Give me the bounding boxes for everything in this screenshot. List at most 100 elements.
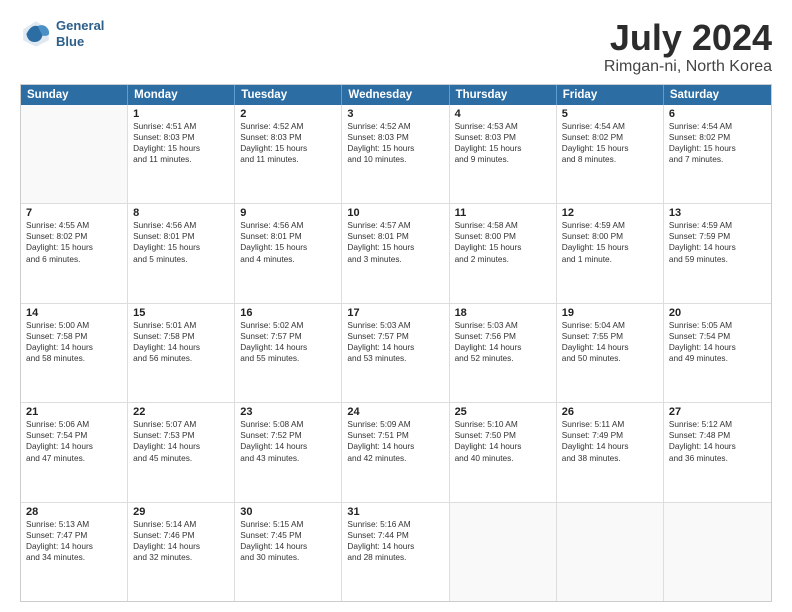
- cell-line: Daylight: 14 hours: [455, 441, 551, 452]
- cell-line: Daylight: 15 hours: [455, 242, 551, 253]
- day-number: 15: [133, 307, 229, 319]
- day-number: 24: [347, 406, 443, 418]
- cell-line: Sunset: 7:55 PM: [562, 331, 658, 342]
- calendar-row: 1Sunrise: 4:51 AMSunset: 8:03 PMDaylight…: [21, 105, 771, 204]
- calendar-cell: 10Sunrise: 4:57 AMSunset: 8:01 PMDayligh…: [342, 204, 449, 302]
- calendar-cell: 22Sunrise: 5:07 AMSunset: 7:53 PMDayligh…: [128, 403, 235, 501]
- cell-line: Sunset: 8:01 PM: [240, 231, 336, 242]
- day-number: 2: [240, 108, 336, 120]
- calendar-cell: 14Sunrise: 5:00 AMSunset: 7:58 PMDayligh…: [21, 304, 128, 402]
- cell-line: Sunset: 8:03 PM: [455, 132, 551, 143]
- cell-line: Daylight: 15 hours: [669, 143, 766, 154]
- day-number: 3: [347, 108, 443, 120]
- day-number: 26: [562, 406, 658, 418]
- cell-line: Sunrise: 5:15 AM: [240, 519, 336, 530]
- cell-line: Sunset: 7:54 PM: [26, 430, 122, 441]
- cell-line: Sunset: 8:02 PM: [26, 231, 122, 242]
- cell-line: Sunrise: 5:14 AM: [133, 519, 229, 530]
- cell-line: and 50 minutes.: [562, 353, 658, 364]
- cell-line: and 40 minutes.: [455, 453, 551, 464]
- day-number: 4: [455, 108, 551, 120]
- calendar-cell: 28Sunrise: 5:13 AMSunset: 7:47 PMDayligh…: [21, 503, 128, 601]
- day-number: 12: [562, 207, 658, 219]
- cell-line: Sunrise: 4:57 AM: [347, 220, 443, 231]
- calendar-header: SundayMondayTuesdayWednesdayThursdayFrid…: [21, 85, 771, 105]
- calendar-cell: 2Sunrise: 4:52 AMSunset: 8:03 PMDaylight…: [235, 105, 342, 203]
- cell-line: and 42 minutes.: [347, 453, 443, 464]
- calendar-cell: 1Sunrise: 4:51 AMSunset: 8:03 PMDaylight…: [128, 105, 235, 203]
- cell-line: and 4 minutes.: [240, 254, 336, 265]
- calendar-cell: 27Sunrise: 5:12 AMSunset: 7:48 PMDayligh…: [664, 403, 771, 501]
- day-number: 22: [133, 406, 229, 418]
- cell-line: Daylight: 14 hours: [562, 342, 658, 353]
- calendar-cell: [21, 105, 128, 203]
- calendar-row: 14Sunrise: 5:00 AMSunset: 7:58 PMDayligh…: [21, 304, 771, 403]
- cell-line: and 36 minutes.: [669, 453, 766, 464]
- cell-line: Sunrise: 4:51 AM: [133, 121, 229, 132]
- cell-line: Sunrise: 4:58 AM: [455, 220, 551, 231]
- cell-line: and 30 minutes.: [240, 552, 336, 563]
- cell-line: and 38 minutes.: [562, 453, 658, 464]
- cell-line: Sunrise: 4:54 AM: [669, 121, 766, 132]
- calendar-cell: 20Sunrise: 5:05 AMSunset: 7:54 PMDayligh…: [664, 304, 771, 402]
- cell-line: Sunrise: 4:59 AM: [669, 220, 766, 231]
- cell-line: Sunset: 7:57 PM: [347, 331, 443, 342]
- main-title: July 2024: [604, 18, 772, 58]
- general-blue-icon: [20, 18, 52, 50]
- cell-line: Sunrise: 5:11 AM: [562, 419, 658, 430]
- cell-line: Daylight: 14 hours: [562, 441, 658, 452]
- cell-line: Sunset: 8:03 PM: [347, 132, 443, 143]
- cell-line: Daylight: 14 hours: [133, 441, 229, 452]
- cell-line: and 53 minutes.: [347, 353, 443, 364]
- cell-line: Daylight: 15 hours: [455, 143, 551, 154]
- header: General Blue July 2024 Rimgan-ni, North …: [20, 18, 772, 76]
- cell-line: Daylight: 14 hours: [133, 342, 229, 353]
- cell-line: and 7 minutes.: [669, 154, 766, 165]
- cell-line: Daylight: 14 hours: [669, 242, 766, 253]
- calendar-cell: [664, 503, 771, 601]
- cell-line: Sunset: 8:01 PM: [347, 231, 443, 242]
- calendar-cell: [450, 503, 557, 601]
- calendar-row: 7Sunrise: 4:55 AMSunset: 8:02 PMDaylight…: [21, 204, 771, 303]
- calendar: SundayMondayTuesdayWednesdayThursdayFrid…: [20, 84, 772, 602]
- calendar-cell: 21Sunrise: 5:06 AMSunset: 7:54 PMDayligh…: [21, 403, 128, 501]
- cell-line: Daylight: 14 hours: [347, 441, 443, 452]
- day-number: 13: [669, 207, 766, 219]
- day-number: 16: [240, 307, 336, 319]
- cal-header-cell: Thursday: [450, 85, 557, 105]
- cell-line: Sunset: 7:49 PM: [562, 430, 658, 441]
- calendar-cell: 3Sunrise: 4:52 AMSunset: 8:03 PMDaylight…: [342, 105, 449, 203]
- cell-line: Sunset: 8:00 PM: [455, 231, 551, 242]
- cell-line: Daylight: 15 hours: [347, 143, 443, 154]
- calendar-cell: [557, 503, 664, 601]
- day-number: 28: [26, 506, 122, 518]
- cell-line: Sunrise: 4:59 AM: [562, 220, 658, 231]
- cell-line: and 43 minutes.: [240, 453, 336, 464]
- day-number: 25: [455, 406, 551, 418]
- cell-line: Sunset: 7:46 PM: [133, 530, 229, 541]
- cell-line: Sunset: 8:03 PM: [133, 132, 229, 143]
- day-number: 11: [455, 207, 551, 219]
- cell-line: Daylight: 14 hours: [26, 441, 122, 452]
- cell-line: Sunset: 7:57 PM: [240, 331, 336, 342]
- cell-line: Sunrise: 4:53 AM: [455, 121, 551, 132]
- cell-line: and 49 minutes.: [669, 353, 766, 364]
- calendar-cell: 12Sunrise: 4:59 AMSunset: 8:00 PMDayligh…: [557, 204, 664, 302]
- cell-line: Sunset: 8:00 PM: [562, 231, 658, 242]
- cal-header-cell: Friday: [557, 85, 664, 105]
- cal-header-cell: Monday: [128, 85, 235, 105]
- cell-line: Sunrise: 5:01 AM: [133, 320, 229, 331]
- cell-line: and 56 minutes.: [133, 353, 229, 364]
- day-number: 6: [669, 108, 766, 120]
- day-number: 5: [562, 108, 658, 120]
- cell-line: Sunset: 7:54 PM: [669, 331, 766, 342]
- cell-line: Sunrise: 5:02 AM: [240, 320, 336, 331]
- cell-line: Sunrise: 4:56 AM: [133, 220, 229, 231]
- cell-line: Daylight: 14 hours: [347, 342, 443, 353]
- cal-header-cell: Wednesday: [342, 85, 449, 105]
- cell-line: and 28 minutes.: [347, 552, 443, 563]
- cell-line: Sunset: 7:51 PM: [347, 430, 443, 441]
- cell-line: Daylight: 14 hours: [240, 441, 336, 452]
- calendar-body: 1Sunrise: 4:51 AMSunset: 8:03 PMDaylight…: [21, 105, 771, 601]
- cell-line: and 47 minutes.: [26, 453, 122, 464]
